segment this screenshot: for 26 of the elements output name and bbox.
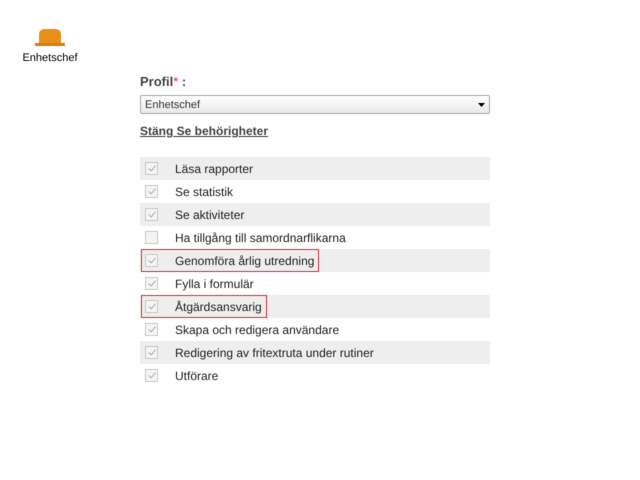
hat-icon <box>34 28 66 48</box>
permission-label: Läsa rapporter <box>175 162 254 176</box>
permission-label: Genomföra årlig utredning <box>175 254 314 268</box>
dropdown-arrow-icon <box>478 102 485 106</box>
role-label: Enhetschef <box>22 52 78 64</box>
permission-label: Utförare <box>175 368 218 382</box>
profile-select[interactable]: Enhetschef <box>140 95 490 114</box>
checkbox[interactable] <box>145 277 158 290</box>
permission-label: Åtgärdsansvarig <box>175 300 262 314</box>
checkbox[interactable] <box>145 346 158 359</box>
permission-label: Redigering av fritextruta under rutiner <box>175 346 374 360</box>
profile-label: Profil* : <box>140 74 188 89</box>
toggle-permissions-link[interactable]: Stäng Se behörigheter <box>140 124 268 138</box>
checkbox[interactable] <box>145 185 158 198</box>
checkbox[interactable] <box>145 162 158 175</box>
permission-label: Ha tillgång till samordnarflikarna <box>175 230 346 244</box>
checkbox[interactable] <box>145 369 158 382</box>
checkbox[interactable] <box>145 208 158 221</box>
permission-label: Se aktiviteter <box>175 208 244 222</box>
permission-label: Fylla i formulär <box>175 276 254 290</box>
checkbox[interactable] <box>145 254 158 267</box>
permission-label: Skapa och redigera användare <box>175 322 340 336</box>
checkbox[interactable] <box>145 231 158 244</box>
checkbox[interactable] <box>145 323 158 336</box>
permission-label: Se statistik <box>175 184 234 198</box>
checkbox[interactable] <box>145 300 158 313</box>
